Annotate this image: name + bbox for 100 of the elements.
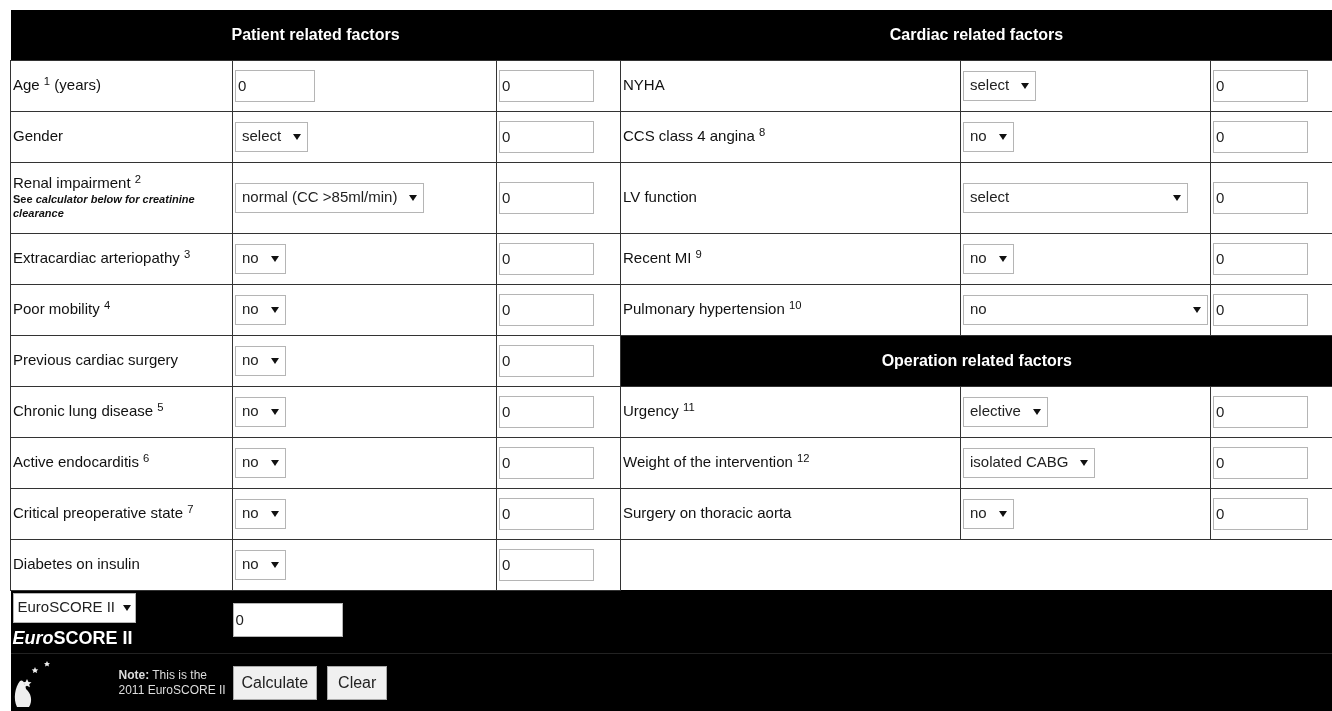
factor-label: CCS class 4 angina $^{8}$ [623, 127, 767, 146]
score-field[interactable]: 0 [499, 242, 594, 275]
caret-icon [998, 132, 1007, 141]
score-field[interactable]: 0 [499, 69, 594, 102]
dropdown[interactable]: no [963, 294, 1208, 325]
dropdown-value: no [242, 503, 259, 524]
dropdown[interactable]: no [235, 294, 286, 325]
score-field[interactable]: 0 [499, 293, 594, 326]
score-field[interactable]: 0 [499, 344, 594, 377]
score-field[interactable]: 0 [499, 446, 594, 479]
dropdown[interactable]: select [235, 121, 309, 152]
score-field[interactable]: 0 [499, 120, 594, 153]
factor-label: Pulmonary hypertension $^{10}$ [623, 300, 803, 319]
dropdown-value: no [970, 503, 987, 524]
dropdown-value: no [242, 401, 259, 422]
age-field[interactable]: 0 [235, 69, 315, 102]
factor-label: Extracardiac arteriopathy $^{3}$ [13, 249, 192, 268]
dropdown-value: select [242, 126, 282, 147]
model-dropdown-value: EuroSCORE II [17, 597, 116, 618]
caret-icon [270, 458, 279, 467]
score-field[interactable]: 0 [1213, 181, 1308, 214]
form-button[interactable]: Clear [327, 665, 388, 700]
factor-label: Gender [13, 127, 65, 146]
dropdown[interactable]: elective [963, 396, 1048, 427]
section-header: Patient related factors [10, 10, 621, 60]
form-button[interactable]: Calculate [232, 665, 318, 700]
score-field[interactable]: 0 [1213, 395, 1308, 428]
caret-icon [1021, 81, 1030, 90]
dropdown-value: no [970, 248, 987, 269]
score-field[interactable]: 0 [1213, 293, 1308, 326]
dropdown[interactable]: no [235, 345, 286, 376]
caret-icon [1173, 193, 1181, 202]
score-title: EuroSCORE II [12, 626, 133, 650]
dropdown-value: no [970, 299, 987, 320]
caret-icon [1080, 458, 1089, 467]
version-note: Note: This is the 2011 EuroSCORE II [118, 667, 227, 698]
caret-icon [270, 254, 279, 263]
section-header: Cardiac related factors [620, 10, 1332, 60]
score-field[interactable]: 0 [499, 181, 594, 214]
dropdown-value: no [242, 452, 259, 473]
dropdown[interactable]: isolated CABG [963, 447, 1096, 478]
dropdown[interactable]: no [963, 121, 1014, 152]
dropdown[interactable]: no [235, 549, 286, 580]
dropdown-value: select [970, 75, 1010, 96]
caret-icon [1032, 407, 1041, 416]
caret-icon [123, 603, 132, 612]
caret-icon [270, 356, 279, 365]
score-field[interactable]: 0 [1213, 242, 1308, 275]
dropdown[interactable]: select [963, 70, 1037, 101]
dropdown[interactable]: no [235, 243, 286, 274]
dropdown-value: select [970, 187, 1010, 208]
dropdown-value: no [242, 554, 259, 575]
dropdown[interactable]: no [235, 447, 286, 478]
caret-icon [270, 407, 279, 416]
factor-label: Surgery on thoracic aorta [623, 504, 793, 523]
caret-icon [270, 560, 279, 569]
caret-icon [998, 509, 1007, 518]
score-field[interactable]: 0 [499, 497, 594, 530]
dropdown[interactable]: no [235, 396, 286, 427]
section-header: Operation related factors [620, 335, 1332, 386]
factor-label: Critical preoperative state $^{7}$ [13, 504, 195, 523]
caret-icon [293, 132, 302, 141]
dropdown[interactable]: normal (CC >85ml/min) [235, 182, 425, 213]
factor-label: Previous cardiac surgery [13, 351, 180, 370]
dropdown[interactable]: no [963, 498, 1014, 529]
factor-label: NYHA [623, 76, 666, 95]
factor-label: Diabetes on insulin [13, 555, 141, 574]
caret-icon [270, 305, 279, 314]
factor-label: Urgency $^{11}$ [623, 402, 696, 421]
factor-label: Age $^{1}$ (years) [13, 76, 102, 95]
factor-label: Active endocarditis $^{6}$ [13, 453, 151, 472]
factor-label: Weight of the intervention $^{12}$ [623, 453, 811, 472]
dropdown-value: no [242, 248, 259, 269]
score-field[interactable]: 0 [1213, 497, 1308, 530]
dropdown-value: no [970, 126, 987, 147]
score-field[interactable]: 0 [1213, 446, 1308, 479]
score-field[interactable]: 0 [499, 395, 594, 428]
caret-icon [1193, 305, 1201, 314]
factor-label: Recent MI $^{9}$ [623, 249, 703, 268]
caret-icon [270, 509, 279, 518]
factor-label: Renal impairment $^{2}$ [13, 174, 142, 194]
factor-label: Poor mobility $^{4}$ [13, 300, 112, 319]
dropdown-value: no [242, 350, 259, 371]
dropdown[interactable]: no [963, 243, 1014, 274]
score-field[interactable]: 0 [1213, 120, 1308, 153]
score-field[interactable]: 0 [499, 548, 594, 581]
model-dropdown[interactable]: EuroSCORE II [12, 592, 137, 623]
caret-icon [409, 193, 418, 202]
result-field[interactable]: 0 [232, 602, 343, 637]
factor-label: Chronic lung disease $^{5}$ [13, 402, 165, 421]
dropdown[interactable]: no [235, 498, 286, 529]
dropdown-value: no [242, 299, 259, 320]
dropdown-value: normal (CC >85ml/min) [242, 187, 398, 208]
dropdown[interactable]: select [963, 182, 1188, 213]
dropdown-value: isolated CABG [970, 452, 1069, 473]
score-field[interactable]: 0 [1213, 69, 1308, 102]
factor-note: See calculator below for creatinine clearance [13, 193, 196, 221]
factor-label: LV function [623, 188, 698, 207]
dropdown-value: elective [970, 401, 1021, 422]
caret-icon [998, 254, 1007, 263]
